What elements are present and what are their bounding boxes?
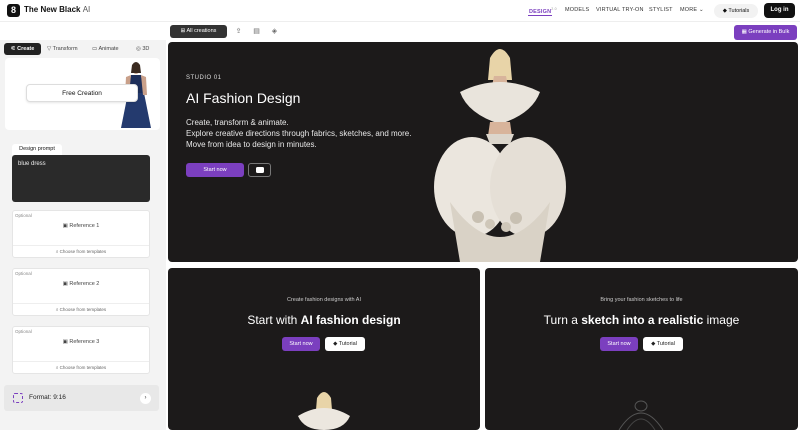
ai-design-card[interactable]	[168, 268, 480, 430]
tutorials-button[interactable]: ◆ Tutorials	[714, 4, 758, 18]
image-icon: ▣	[62, 223, 68, 229]
youtube-icon	[256, 167, 264, 173]
hero-model-image	[434, 49, 566, 262]
layers-icon[interactable]: ◈	[270, 27, 279, 36]
hero-kicker: STUDIO 01	[186, 75, 222, 81]
tab-3d[interactable]: ◎ 3D	[136, 43, 149, 55]
brand-name[interactable]: The New Black AI	[24, 5, 90, 14]
hero-description: Create, transform & animate. Explore cre…	[186, 117, 456, 150]
card-kicker: Bring your fashion sketches to life	[600, 297, 683, 303]
nav-more[interactable]: MORE ⌄	[680, 7, 704, 13]
transform-icon: ▽	[47, 46, 52, 52]
graduation-cap-icon: ◆	[722, 8, 727, 14]
reference-label: ▣ Reference 3	[62, 339, 100, 345]
chevron-right-icon[interactable]: ›	[140, 393, 151, 404]
optional-label: Optional	[15, 329, 32, 334]
design-prompt-label: Design prompt	[12, 144, 62, 155]
hero-start-now-button[interactable]: Start now	[186, 163, 244, 177]
hero-line: Move from idea to design in minutes.	[186, 140, 317, 149]
folder-icon[interactable]: ▤	[252, 27, 261, 36]
card-start-now-button[interactable]: Start now	[600, 337, 638, 351]
image-icon: ▣	[62, 339, 68, 345]
card-model-image	[298, 392, 350, 430]
hero-banner	[168, 42, 798, 262]
reference-card-1[interactable]: Optional ▣ Reference 1 ⌕ Choose from tem…	[12, 210, 150, 258]
video-play-button[interactable]	[248, 163, 271, 177]
tutorials-label: Tutorials	[728, 8, 750, 14]
bulk-icon: ▦	[741, 29, 747, 35]
design-prompt-input[interactable]: blue dress	[12, 155, 150, 202]
sketch-to-image-card[interactable]	[485, 268, 798, 430]
nav-active-indicator	[528, 15, 552, 16]
login-button[interactable]: Log in	[764, 3, 795, 18]
reference-label: ▣ Reference 2	[62, 281, 100, 287]
choose-templates-link[interactable]: ⌕ Choose from templates	[13, 249, 149, 254]
format-label: Format: 9:16	[29, 394, 66, 401]
card-tutorial-button[interactable]: ◆ Tutorial	[325, 337, 365, 351]
card-title: Turn a sketch into a realistic image	[543, 313, 740, 327]
hero-line: Explore creative directions through fabr…	[186, 129, 412, 138]
nav-virtual-try-on[interactable]: VIRTUAL TRY-ON	[596, 7, 644, 13]
nav-models[interactable]: MODELS	[565, 7, 589, 13]
card-title: Start with AI fashion design	[247, 313, 401, 327]
divider	[13, 361, 149, 362]
chevron-down-icon: ⌄	[699, 7, 704, 13]
choose-templates-link[interactable]: ⌕ Choose from templates	[13, 307, 149, 312]
tab-animate[interactable]: ▭ Animate	[92, 43, 119, 55]
tab-transform[interactable]: ▽ Transform	[47, 43, 78, 55]
tab-create[interactable]: ⚟ Create	[4, 43, 41, 55]
nav-stylist[interactable]: STYLIST	[649, 7, 673, 13]
brand-logo-icon[interactable]: 8	[7, 4, 20, 17]
image-icon: ▣	[62, 281, 68, 287]
card-kicker: Create fashion designs with AI	[287, 297, 361, 303]
format-selector[interactable]	[4, 385, 159, 411]
search-icon: ⌕	[55, 365, 59, 370]
video-icon: ▭	[92, 46, 98, 52]
hero-title: AI Fashion Design	[186, 90, 301, 106]
hero-line: Create, transform & animate.	[186, 118, 289, 127]
graduation-cap-icon: ◆	[333, 341, 338, 347]
card-tutorial-button[interactable]: ◆ Tutorial	[643, 337, 683, 351]
divider	[13, 303, 149, 304]
cube-icon: ◎	[136, 46, 141, 52]
optional-label: Optional	[15, 271, 32, 276]
optional-label: Optional	[15, 213, 32, 218]
grid-icon: ⊞	[180, 28, 186, 34]
search-icon: ⌕	[55, 249, 59, 254]
search-icon: ⌕	[55, 307, 59, 312]
sliders-icon: ⚟	[10, 46, 16, 52]
card-sketch-image	[618, 400, 664, 430]
card-start-now-button[interactable]: Start now	[282, 337, 320, 351]
reference-card-2[interactable]: Optional ▣ Reference 2 ⌕ Choose from tem…	[12, 268, 150, 316]
aspect-ratio-icon	[13, 393, 23, 403]
generate-in-bulk-button[interactable]: ▦ Generate in Bulk	[734, 25, 797, 40]
upload-icon[interactable]: ⇪	[234, 27, 243, 36]
reference-label: ▣ Reference 1	[62, 223, 100, 229]
top-bar: 8 The New Black AI DESIGN2.0 MODELS VIRT…	[0, 0, 800, 22]
nav-design[interactable]: DESIGN2.0	[529, 7, 557, 15]
all-creations-button[interactable]: ⊞ All creations	[170, 25, 227, 38]
reference-card-3[interactable]: Optional ▣ Reference 3 ⌕ Choose from tem…	[12, 326, 150, 374]
free-creation-button[interactable]: Free Creation	[26, 84, 138, 102]
graduation-cap-icon: ◆	[651, 341, 656, 347]
choose-templates-link[interactable]: ⌕ Choose from templates	[13, 365, 149, 370]
divider	[13, 245, 149, 246]
